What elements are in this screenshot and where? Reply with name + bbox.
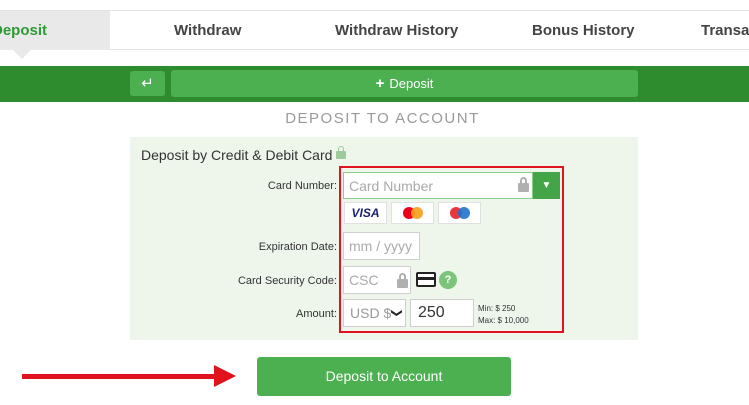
maestro-logo [438,202,481,224]
max-amount: Max: $ 10,000 [478,316,529,325]
form-title: Deposit by Credit & Debit Card [141,146,347,163]
visa-logo: VISA [344,202,387,224]
deposit-tab-button[interactable]: + Deposit [171,70,638,97]
card-back-icon [416,272,436,287]
csc-placeholder: CSC [349,272,379,288]
form-title-text: Deposit by Credit & Debit Card [141,147,333,163]
deposit-to-account-button[interactable]: Deposit to Account [257,357,511,396]
lock-icon [336,146,347,159]
annotation-arrow-head [214,365,236,387]
return-icon: ↵ [141,75,154,92]
saved-cards-dropdown[interactable]: ▼ [533,172,560,199]
card-number-label: Card Number: [267,180,337,192]
min-amount: Min: $ 250 [478,304,516,313]
tab-bonus-history[interactable]: Bonus History [532,11,635,50]
security-code-label: Card Security Code: [237,275,337,287]
expiration-input[interactable]: mm / yyyy [343,232,420,260]
action-bar: ↵ + Deposit [0,66,749,102]
chevron-down-icon: ❯ [390,308,403,318]
tab-transactions[interactable]: Transac [701,11,749,50]
deposit-button-label: Deposit [389,76,434,91]
csc-lock-icon [397,273,408,288]
amount-label: Amount: [296,308,337,320]
plus-icon: + [375,75,385,92]
section-title: DEPOSIT TO ACCOUNT [285,110,480,127]
submit-label: Deposit to Account [325,368,443,384]
help-icon[interactable]: ? [439,271,457,289]
amount-input[interactable]: 250 [410,299,474,327]
expiration-placeholder: mm / yyyy [349,238,412,254]
chevron-down-icon: ▼ [541,180,552,191]
card-number-placeholder: Card Number [349,178,434,194]
annotation-arrow-shaft [22,374,218,379]
amount-value: 250 [418,304,445,321]
card-lock-icon [518,177,529,192]
card-number-input[interactable]: Card Number [343,172,533,199]
tab-bar: Deposit Withdraw Withdraw History Bonus … [0,10,749,50]
expiration-label: Expiration Date: [258,241,337,253]
tab-deposit[interactable]: Deposit [0,11,110,50]
active-tab-pointer [12,49,32,59]
tab-withdraw[interactable]: Withdraw [174,11,241,50]
tab-withdraw-history[interactable]: Withdraw History [335,11,458,50]
mastercard-logo [391,202,434,224]
currency-select[interactable]: USD $ ❯ [343,299,406,327]
back-button[interactable]: ↵ [130,71,165,96]
